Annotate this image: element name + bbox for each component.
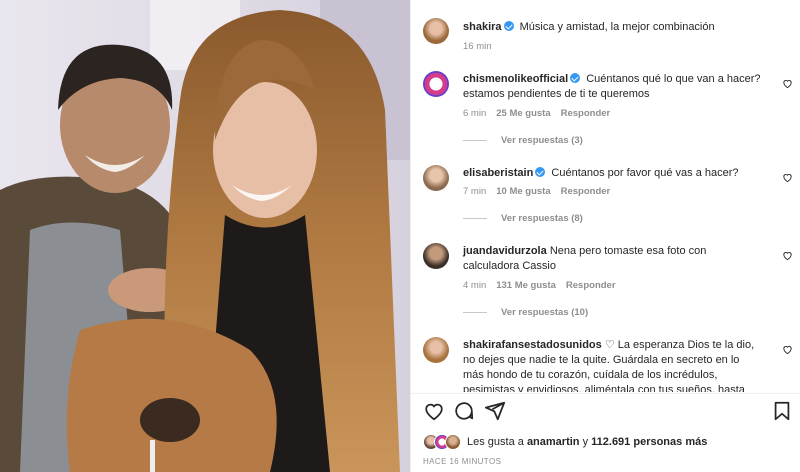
action-bar xyxy=(411,398,800,426)
post-caption-text: Música y amistad, la mejor combinación xyxy=(519,21,715,33)
post-username[interactable]: shakira xyxy=(463,21,502,33)
comments-panel: shakira Música y amistad, la mejor combi… xyxy=(410,0,800,472)
comment-time: 6 min xyxy=(463,108,487,119)
likes-middle: y xyxy=(582,436,589,448)
comment-time: 7 min xyxy=(463,186,487,197)
comment-time: 4 min xyxy=(463,280,487,291)
comment-likes[interactable]: 10 Me gusta xyxy=(496,186,550,197)
comment: juandavidurzola Nena pero tomaste esa fo… xyxy=(411,238,800,324)
post-timestamp: HACE 16 MINUTOS xyxy=(423,457,502,466)
likes-prefix: Les gusta a xyxy=(467,436,524,448)
share-icon[interactable] xyxy=(484,400,506,422)
reply-button[interactable]: Responder xyxy=(566,280,616,291)
comment-username[interactable]: shakirafansestadosunidos xyxy=(463,339,602,351)
comment-likes[interactable]: 131 Me gusta xyxy=(496,280,556,291)
avatar[interactable] xyxy=(423,165,449,191)
avatar[interactable] xyxy=(423,71,449,97)
post-photo[interactable] xyxy=(0,0,410,472)
view-replies-label: Ver respuestas (3) xyxy=(501,135,583,146)
avatar[interactable] xyxy=(423,243,449,269)
reply-button[interactable]: Responder xyxy=(561,108,611,119)
heart-icon[interactable] xyxy=(782,172,793,183)
heart-icon[interactable] xyxy=(782,250,793,261)
likes-summary[interactable]: Les gusta a anamartin y 112.691 personas… xyxy=(423,432,707,452)
avatar xyxy=(445,434,461,450)
likes-count[interactable]: 112.691 personas más xyxy=(591,436,707,448)
comment: shakirafansestadosunidos ♡ La esperanza … xyxy=(411,334,800,392)
comment-likes[interactable]: 25 Me gusta xyxy=(496,108,550,119)
comment-username[interactable]: juandavidurzola xyxy=(463,245,547,257)
reply-button[interactable]: Responder xyxy=(561,186,611,197)
divider xyxy=(411,393,800,394)
comment-text: Cuéntanos por favor qué vas a hacer? xyxy=(551,167,739,179)
view-replies-label: Ver respuestas (8) xyxy=(501,213,583,224)
view-replies-button[interactable]: Ver respuestas (3) xyxy=(463,135,583,146)
comment: elisaberistain Cuéntanos por favor qué v… xyxy=(411,160,800,230)
verified-badge-icon xyxy=(503,21,514,31)
liker-username[interactable]: anamartin xyxy=(527,436,580,448)
liker-avatars xyxy=(423,433,463,451)
bookmark-icon[interactable] xyxy=(771,400,793,422)
avatar[interactable] xyxy=(423,18,449,44)
comment-icon[interactable] xyxy=(453,400,475,422)
verified-badge-icon xyxy=(535,167,546,177)
heart-icon[interactable] xyxy=(782,344,793,355)
comment-username[interactable]: elisaberistain xyxy=(463,167,533,179)
comment-username[interactable]: chismenolikeofficial xyxy=(463,73,568,85)
comment: chismenolikeofficial Cuéntanos qué lo qu… xyxy=(411,66,800,150)
post-time: 16 min xyxy=(463,41,492,52)
view-replies-button[interactable]: Ver respuestas (8) xyxy=(463,213,583,224)
post-caption: shakira Música y amistad, la mejor combi… xyxy=(411,0,800,62)
post-image xyxy=(0,0,410,472)
view-replies-button[interactable]: Ver respuestas (10) xyxy=(463,307,588,318)
heart-icon[interactable] xyxy=(782,78,793,89)
verified-badge-icon xyxy=(570,73,581,83)
view-replies-label: Ver respuestas (10) xyxy=(501,307,589,318)
heart-icon[interactable] xyxy=(423,400,445,422)
avatar[interactable] xyxy=(423,337,449,363)
